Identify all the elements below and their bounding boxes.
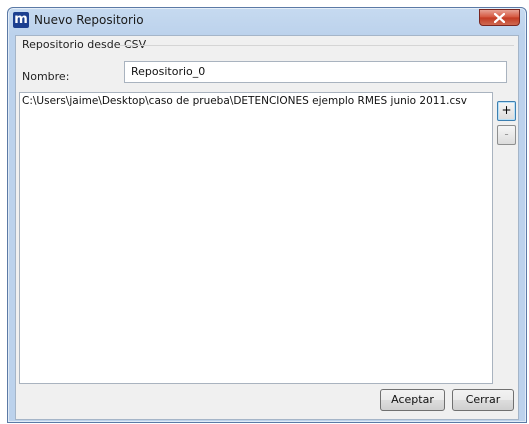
accept-button[interactable]: Aceptar: [380, 389, 445, 411]
app-logo-icon: m: [13, 12, 29, 28]
dialog-window: m Nuevo Repositorio Repositorio desde CS…: [7, 7, 527, 423]
list-item[interactable]: C:\Users\jaime\Desktop\caso de prueba\DE…: [22, 95, 467, 107]
window-close-button[interactable]: [479, 9, 520, 26]
file-list[interactable]: C:\Users\jaime\Desktop\caso de prueba\DE…: [19, 92, 493, 384]
cancel-button[interactable]: Cerrar: [452, 389, 514, 411]
close-icon: [494, 13, 505, 23]
window-title: Nuevo Repositorio: [34, 13, 144, 27]
title-bar[interactable]: m Nuevo Repositorio: [8, 8, 526, 34]
section-divider: [116, 45, 514, 46]
add-file-button[interactable]: +: [497, 101, 516, 121]
remove-file-button[interactable]: -: [497, 125, 516, 145]
dialog-content: Repositorio desde CSV Nombre: Repositori…: [15, 35, 519, 420]
name-label: Nombre:: [22, 70, 70, 83]
name-field[interactable]: Repositorio_0: [124, 61, 507, 83]
